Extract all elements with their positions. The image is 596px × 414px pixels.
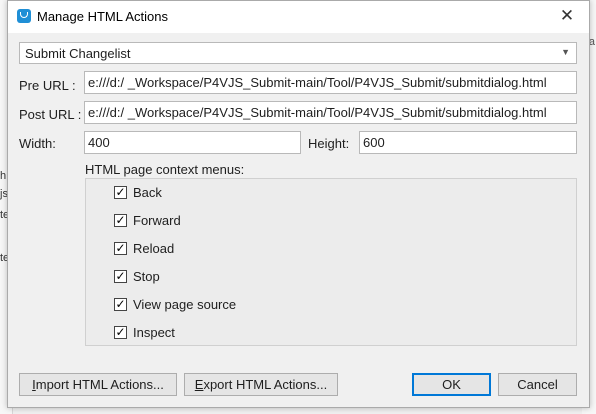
ok-button[interactable]: OK (412, 373, 491, 396)
width-input[interactable]: 400 (84, 131, 301, 154)
checkbox-label: Inspect (133, 325, 175, 340)
app-icon (17, 9, 31, 23)
context-menus-title: HTML page context menus: (85, 162, 245, 177)
checkbox-label: View page source (133, 297, 237, 312)
checkbox-label: Back (133, 185, 162, 200)
checkbox-label: Stop (133, 269, 160, 284)
dialog-title: Manage HTML Actions (37, 9, 169, 24)
chevron-down-icon[interactable]: ▼ (561, 47, 570, 57)
checkbox-label: Reload (133, 241, 175, 256)
html-action-select[interactable]: Submit Changelist ▼ (19, 42, 577, 64)
context-menus-group: ✓ Back ✓ Forward ✓ Reload ✓ Stop ✓ View … (85, 178, 577, 346)
check-icon[interactable]: ✓ (114, 326, 127, 339)
height-label: Height: (308, 136, 350, 151)
height-input[interactable]: 600 (359, 131, 577, 154)
import-html-actions-button[interactable]: Import HTML Actions... (19, 373, 177, 396)
export-label: xport HTML Actions... (203, 377, 328, 392)
cancel-button[interactable]: Cancel (498, 373, 577, 396)
checkbox-label: Forward (133, 213, 181, 228)
html-action-select-value: Submit Changelist (25, 46, 131, 61)
check-icon[interactable]: ✓ (114, 270, 127, 283)
import-label: mport HTML Actions... (35, 377, 164, 392)
background-text: h (0, 170, 7, 182)
post-url-input[interactable]: e:///d:/ _Workspace/P4VJS_Submit-main/To… (84, 101, 577, 124)
check-icon[interactable]: ✓ (114, 214, 127, 227)
pre-url-label: Pre URL : (19, 78, 76, 93)
check-icon[interactable]: ✓ (114, 186, 127, 199)
post-url-label: Post URL : (19, 107, 82, 122)
close-button[interactable]: ✕ (545, 1, 589, 31)
width-value: 400 (88, 135, 110, 150)
title-bar[interactable]: Manage HTML Actions ✕ (8, 1, 589, 33)
width-label: Width: (19, 136, 56, 151)
post-url-value: e:///d:/ _Workspace/P4VJS_Submit-main/To… (88, 105, 547, 120)
check-icon[interactable]: ✓ (114, 298, 127, 311)
check-icon[interactable]: ✓ (114, 242, 127, 255)
pre-url-value: e:///d:/ _Workspace/P4VJS_Submit-main/To… (88, 75, 547, 90)
height-value: 600 (363, 135, 385, 150)
export-html-actions-button[interactable]: Export HTML Actions... (184, 373, 338, 396)
manage-html-actions-dialog: Manage HTML Actions ✕ Submit Changelist … (7, 0, 590, 408)
pre-url-input[interactable]: e:///d:/ _Workspace/P4VJS_Submit-main/To… (84, 71, 577, 94)
